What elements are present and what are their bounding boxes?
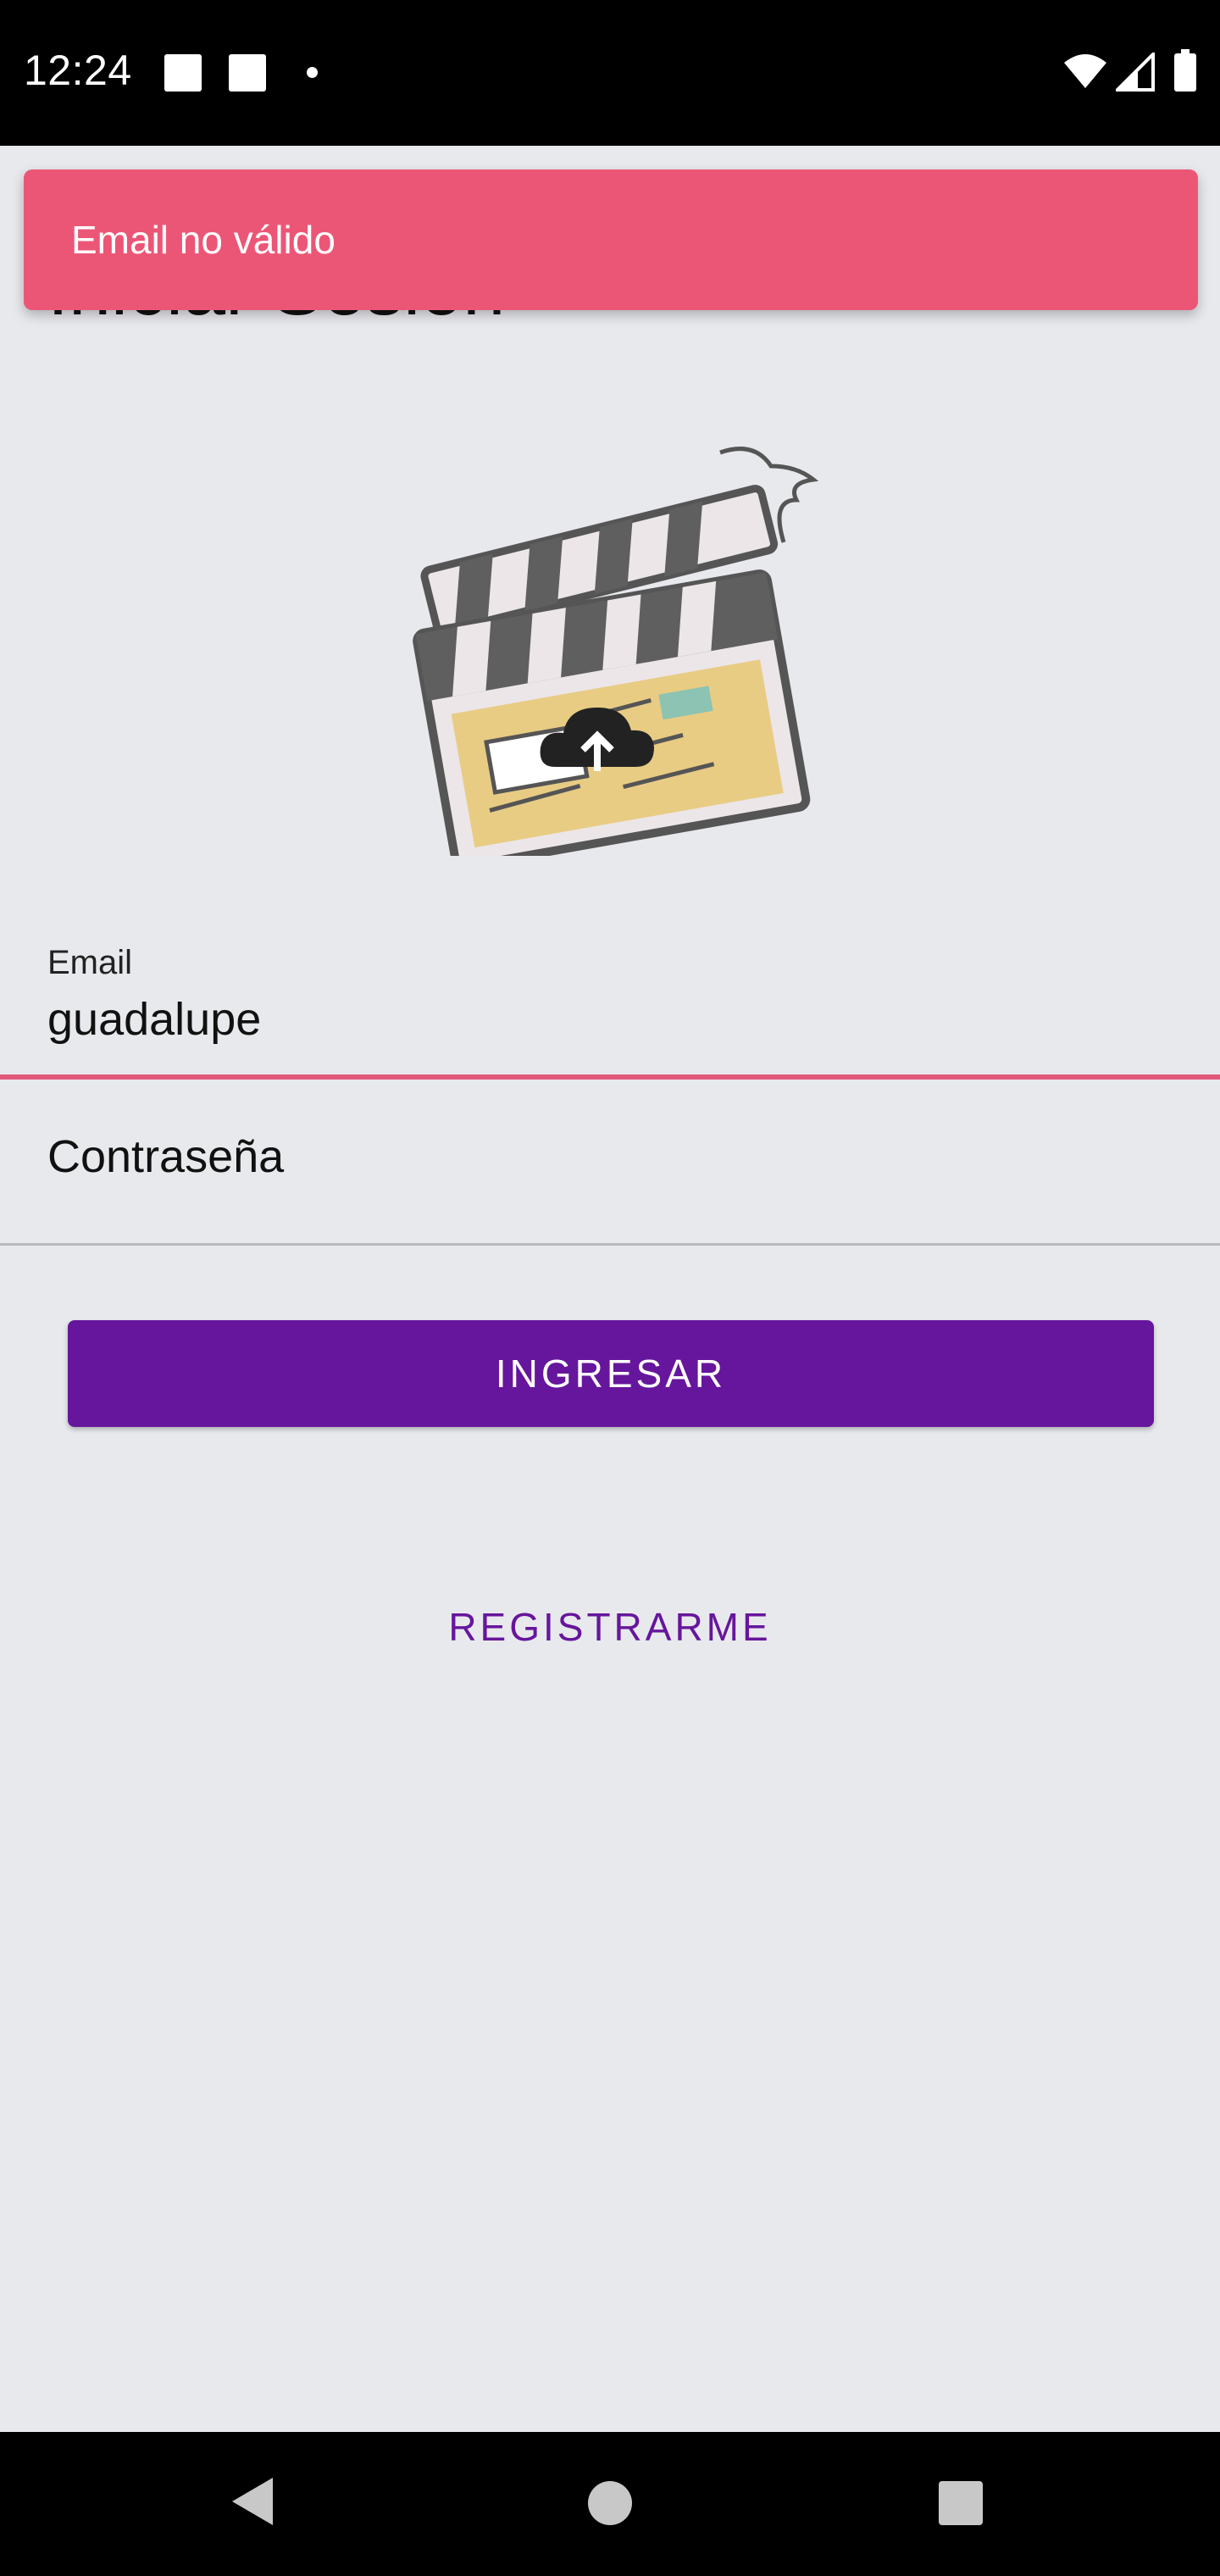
password-input[interactable]: Contraseña [47, 1130, 284, 1183]
notification-icon [229, 54, 266, 92]
login-button[interactable]: INGRESAR [68, 1320, 1154, 1427]
register-button[interactable]: REGISTRARME [356, 1593, 864, 1661]
home-icon[interactable] [588, 2481, 632, 2525]
password-field[interactable]: Contraseña [0, 1080, 1220, 1246]
email-label: Email [47, 944, 133, 981]
email-field[interactable]: Email guadalupe [0, 932, 1220, 1080]
more-notifications-icon [307, 67, 318, 78]
battery-icon [1174, 49, 1196, 92]
email-input[interactable]: guadalupe [47, 993, 261, 1046]
notification-icon [164, 54, 202, 92]
clapperboard-upload-illustration [413, 447, 819, 856]
status-time: 12:24 [24, 47, 132, 94]
status-bar: 12:24 [0, 0, 1220, 146]
snackbar-message: Email no válido [71, 218, 336, 262]
back-icon[interactable] [229, 2474, 276, 2529]
wifi-icon [1064, 54, 1106, 88]
cell-signal-icon [1116, 53, 1155, 92]
error-snackbar[interactable]: Email no válido [24, 169, 1198, 310]
password-underline [0, 1243, 1220, 1246]
recents-icon[interactable] [939, 2481, 983, 2525]
